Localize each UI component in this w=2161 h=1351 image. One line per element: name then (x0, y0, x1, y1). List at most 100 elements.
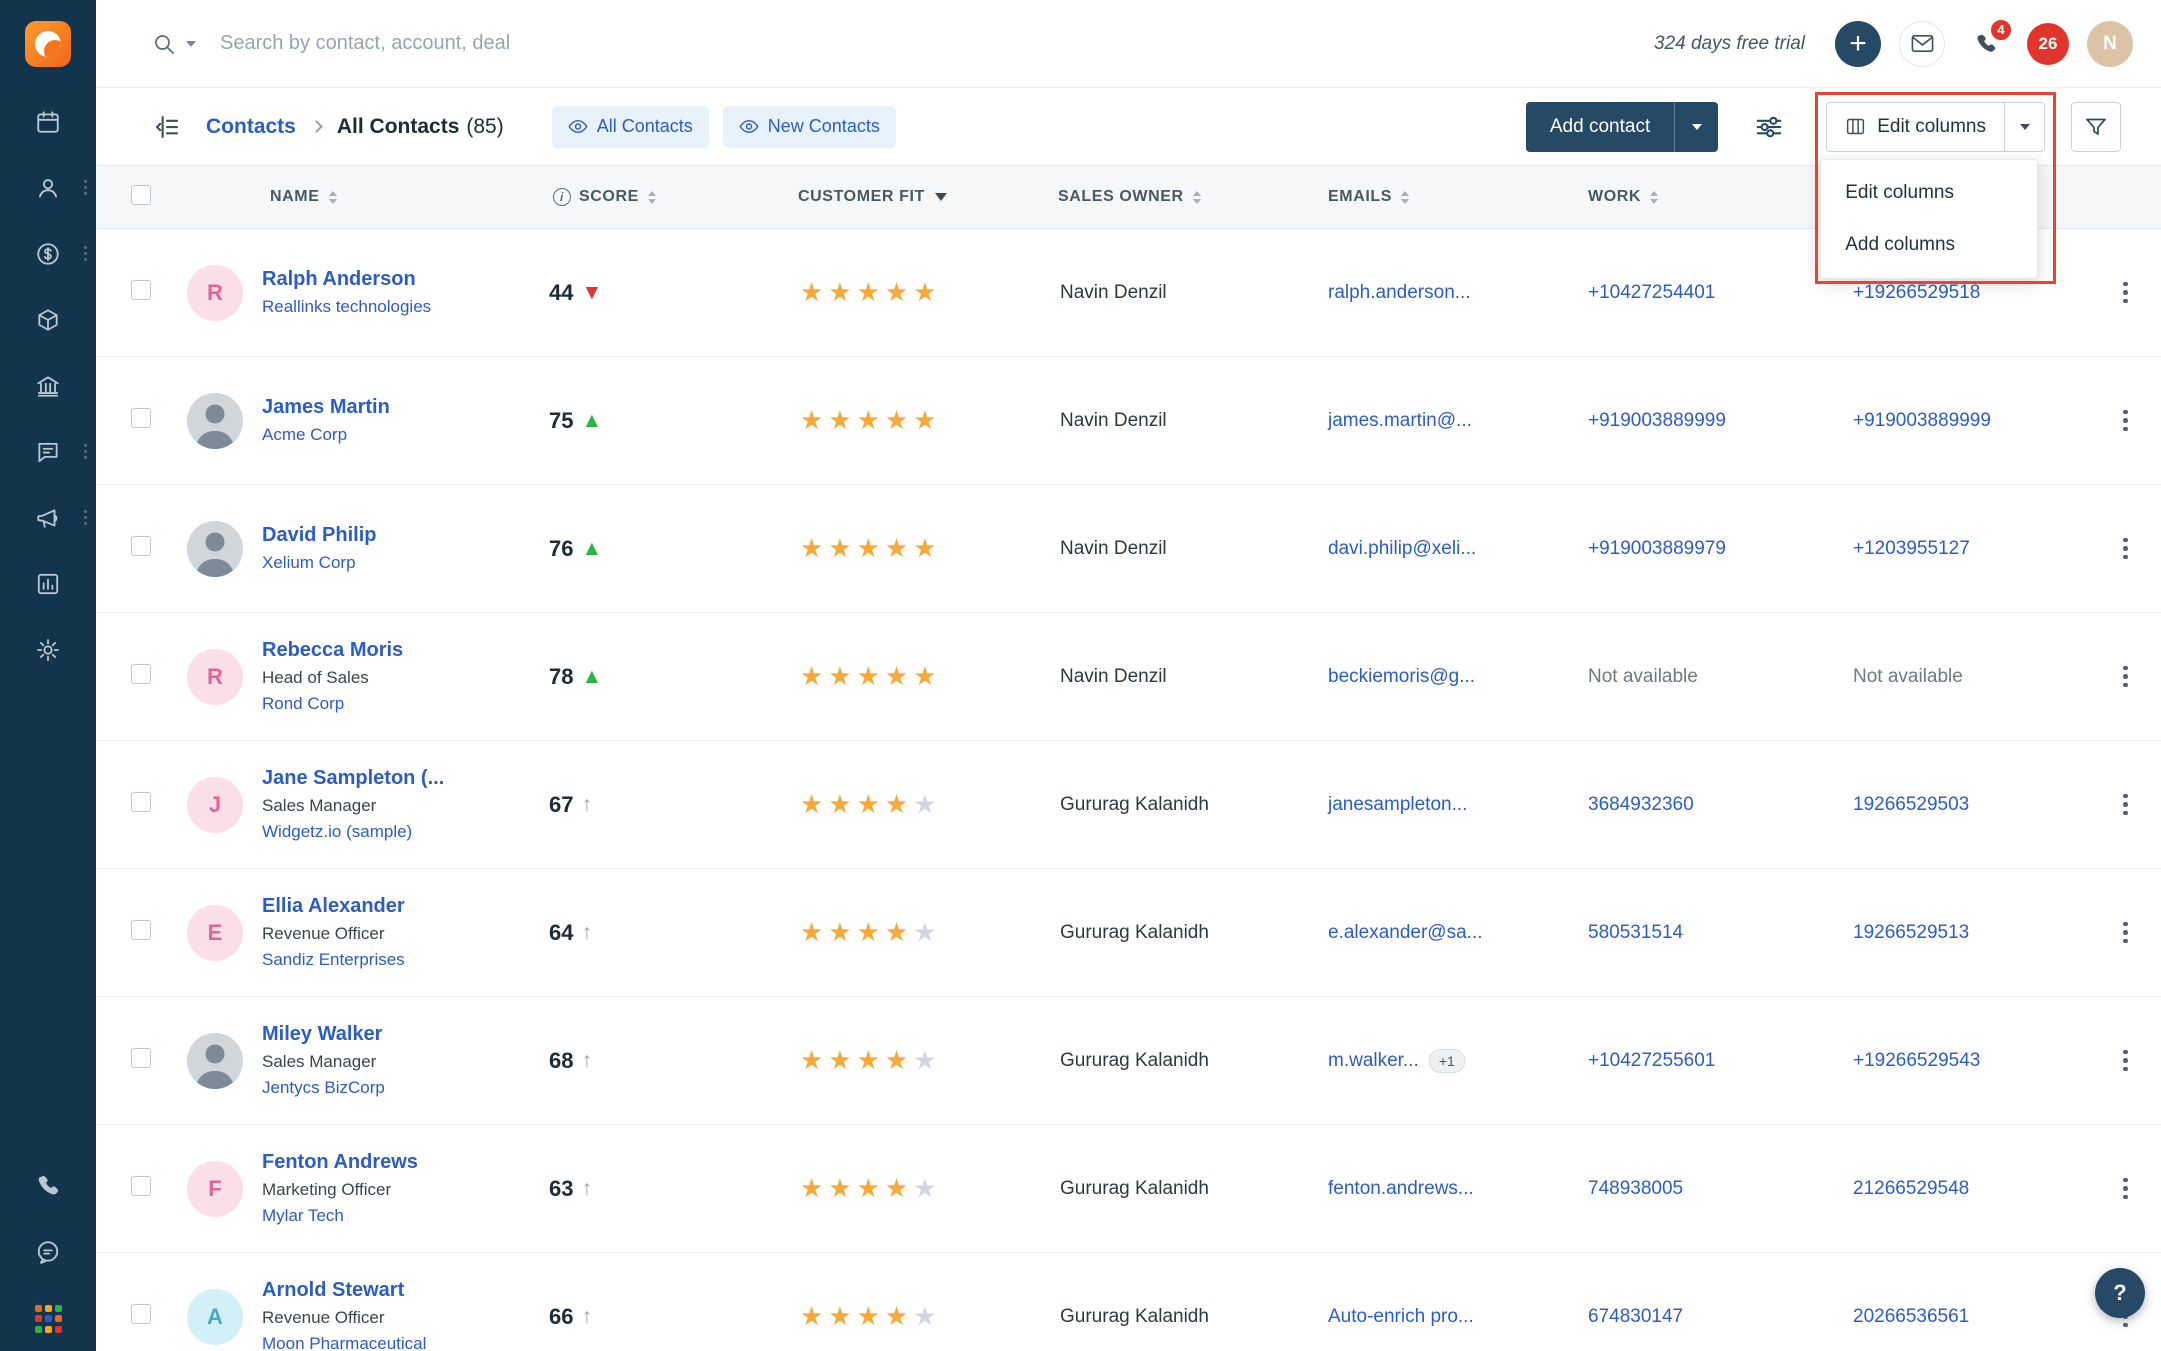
mobile-phone-link[interactable]: 19266529503 (1853, 794, 1969, 815)
col-header-score[interactable]: SCORE (545, 188, 790, 206)
view-pill-all-contacts[interactable]: All Contacts (551, 105, 709, 148)
work-phone-link[interactable]: 580531514 (1588, 922, 1683, 943)
display-settings-button[interactable] (1754, 112, 1784, 142)
mobile-phone-link[interactable]: +19266529518 (1853, 282, 1980, 303)
table-row[interactable]: E Ellia Alexander Revenue Officer Sandiz… (96, 869, 2161, 997)
col-header-sales-owner[interactable]: SALES OWNER (1050, 188, 1320, 206)
user-avatar[interactable]: N (2087, 20, 2133, 67)
email-button[interactable] (1899, 20, 1945, 67)
contact-name-link[interactable]: Jane Sampleton (... (262, 767, 444, 790)
freshworks-logo[interactable] (25, 21, 71, 67)
mobile-phone-link[interactable]: 21266529548 (1853, 1178, 1969, 1199)
email-link[interactable]: janesampleton... (1328, 794, 1467, 816)
row-menu-kebab[interactable] (2117, 916, 2134, 950)
contact-company-link[interactable]: Jentycs BizCorp (262, 1078, 385, 1098)
work-phone-link[interactable]: 3684932360 (1588, 794, 1694, 815)
row-checkbox[interactable] (131, 1176, 151, 1196)
contact-name-link[interactable]: Miley Walker (262, 1023, 382, 1046)
contact-company-link[interactable]: Mylar Tech (262, 1206, 344, 1226)
row-menu-kebab[interactable] (2117, 1044, 2134, 1078)
sidebar-item-campaigns[interactable] (0, 505, 96, 533)
filter-button[interactable] (2071, 101, 2121, 152)
search-input[interactable] (220, 32, 920, 55)
row-menu-kebab[interactable] (2117, 276, 2134, 310)
sidebar-item-contacts[interactable] (0, 175, 96, 203)
table-row[interactable]: David Philip Xelium Corp 76 ▲ ★★★★★ Navi… (96, 485, 2161, 613)
row-checkbox[interactable] (131, 664, 151, 684)
mobile-phone-link[interactable]: 19266529513 (1853, 922, 1969, 943)
email-link[interactable]: Auto-enrich pro... (1328, 1306, 1474, 1328)
contact-name-link[interactable]: David Philip (262, 524, 376, 547)
col-header-customer-fit[interactable]: CUSTOMER FIT (790, 188, 1050, 206)
contact-company-link[interactable]: Widgetz.io (sample) (262, 822, 412, 842)
work-phone-link[interactable]: 748938005 (1588, 1178, 1683, 1199)
row-menu-kebab[interactable] (2117, 660, 2134, 694)
info-icon[interactable] (553, 188, 571, 206)
current-view[interactable]: All Contacts (85) (337, 115, 504, 139)
edit-columns-caret[interactable] (2005, 101, 2045, 152)
sidebar-item-phone[interactable] (35, 1173, 62, 1201)
help-button[interactable]: ? (2095, 1268, 2145, 1318)
col-header-work[interactable]: WORK (1580, 188, 1845, 206)
contact-company-link[interactable]: Acme Corp (262, 425, 347, 445)
sidebar-item-deals[interactable] (0, 241, 96, 269)
row-checkbox[interactable] (131, 280, 151, 300)
email-link[interactable]: james.martin@... (1328, 410, 1472, 432)
table-row[interactable]: F Fenton Andrews Marketing Officer Mylar… (96, 1125, 2161, 1253)
sidebar-item-settings[interactable] (0, 637, 96, 665)
mobile-phone-link[interactable]: +19266529543 (1853, 1050, 1980, 1071)
contact-company-link[interactable]: Xelium Corp (262, 553, 356, 573)
contact-name-link[interactable]: Arnold Stewart (262, 1279, 404, 1302)
breadcrumb-contacts-link[interactable]: Contacts (206, 115, 296, 139)
email-link[interactable]: ralph.anderson... (1328, 282, 1471, 304)
email-link[interactable]: e.alexander@sa... (1328, 922, 1483, 944)
row-menu-kebab[interactable] (2117, 404, 2134, 438)
table-row[interactable]: Miley Walker Sales Manager Jentycs BizCo… (96, 997, 2161, 1125)
work-phone-link[interactable]: +10427255601 (1588, 1050, 1715, 1071)
sidebar-item-apps[interactable] (34, 1305, 62, 1333)
email-link[interactable]: davi.philip@xeli... (1328, 538, 1476, 560)
row-checkbox[interactable] (131, 920, 151, 940)
table-row[interactable]: R Rebecca Moris Head of Sales Rond Corp … (96, 613, 2161, 741)
add-contact-button[interactable]: Add contact (1525, 101, 1675, 152)
contact-name-link[interactable]: James Martin (262, 396, 390, 419)
row-menu-kebab[interactable] (2117, 788, 2134, 822)
row-checkbox[interactable] (131, 536, 151, 556)
work-phone-link[interactable]: 674830147 (1588, 1306, 1683, 1327)
menu-item-edit-columns[interactable]: Edit columns (1821, 167, 2037, 219)
sidebar-item-live-chat[interactable] (35, 1239, 62, 1267)
sidebar-item-calendar[interactable] (0, 109, 96, 137)
work-phone-link[interactable]: +919003889979 (1588, 538, 1726, 559)
email-extra-badge[interactable]: +1 (1428, 1048, 1465, 1073)
row-checkbox[interactable] (131, 408, 151, 428)
view-pill-new-contacts[interactable]: New Contacts (722, 105, 896, 148)
row-menu-kebab[interactable] (2117, 532, 2134, 566)
row-checkbox[interactable] (131, 792, 151, 812)
contact-company-link[interactable]: Moon Pharmaceutical (262, 1334, 426, 1351)
mobile-phone-link[interactable]: +919003889999 (1853, 410, 1991, 431)
calls-button[interactable]: 4 (1963, 17, 2013, 67)
col-header-emails[interactable]: EMAILS (1320, 188, 1580, 206)
add-contact-caret[interactable] (1674, 101, 1719, 152)
mobile-phone-link[interactable]: 20266536561 (1853, 1306, 1969, 1327)
notifications-button[interactable]: 26 (2027, 22, 2069, 65)
view-switcher-button[interactable] (152, 112, 182, 142)
table-row[interactable]: J Jane Sampleton (... Sales Manager Widg… (96, 741, 2161, 869)
contact-name-link[interactable]: Ralph Anderson (262, 268, 416, 291)
work-phone-link[interactable]: +10427254401 (1588, 282, 1715, 303)
search-scope-caret-icon[interactable] (186, 40, 196, 47)
row-menu-kebab[interactable] (2117, 1172, 2134, 1206)
sidebar-item-products[interactable] (0, 307, 96, 335)
menu-item-add-columns[interactable]: Add columns (1821, 219, 2037, 271)
table-row[interactable]: A Arnold Stewart Revenue Officer Moon Ph… (96, 1253, 2161, 1351)
contact-name-link[interactable]: Rebecca Moris (262, 639, 403, 662)
contact-name-link[interactable]: Fenton Andrews (262, 1151, 418, 1174)
sidebar-item-analytics[interactable] (0, 571, 96, 599)
col-header-name[interactable]: NAME (262, 188, 545, 206)
email-link[interactable]: fenton.andrews... (1328, 1178, 1474, 1200)
contact-company-link[interactable]: Rond Corp (262, 694, 344, 714)
select-all-checkbox[interactable] (131, 184, 151, 205)
sidebar-item-accounts[interactable] (0, 373, 96, 401)
mobile-phone-link[interactable]: +1203955127 (1853, 538, 1970, 559)
work-phone-link[interactable]: +919003889999 (1588, 410, 1726, 431)
